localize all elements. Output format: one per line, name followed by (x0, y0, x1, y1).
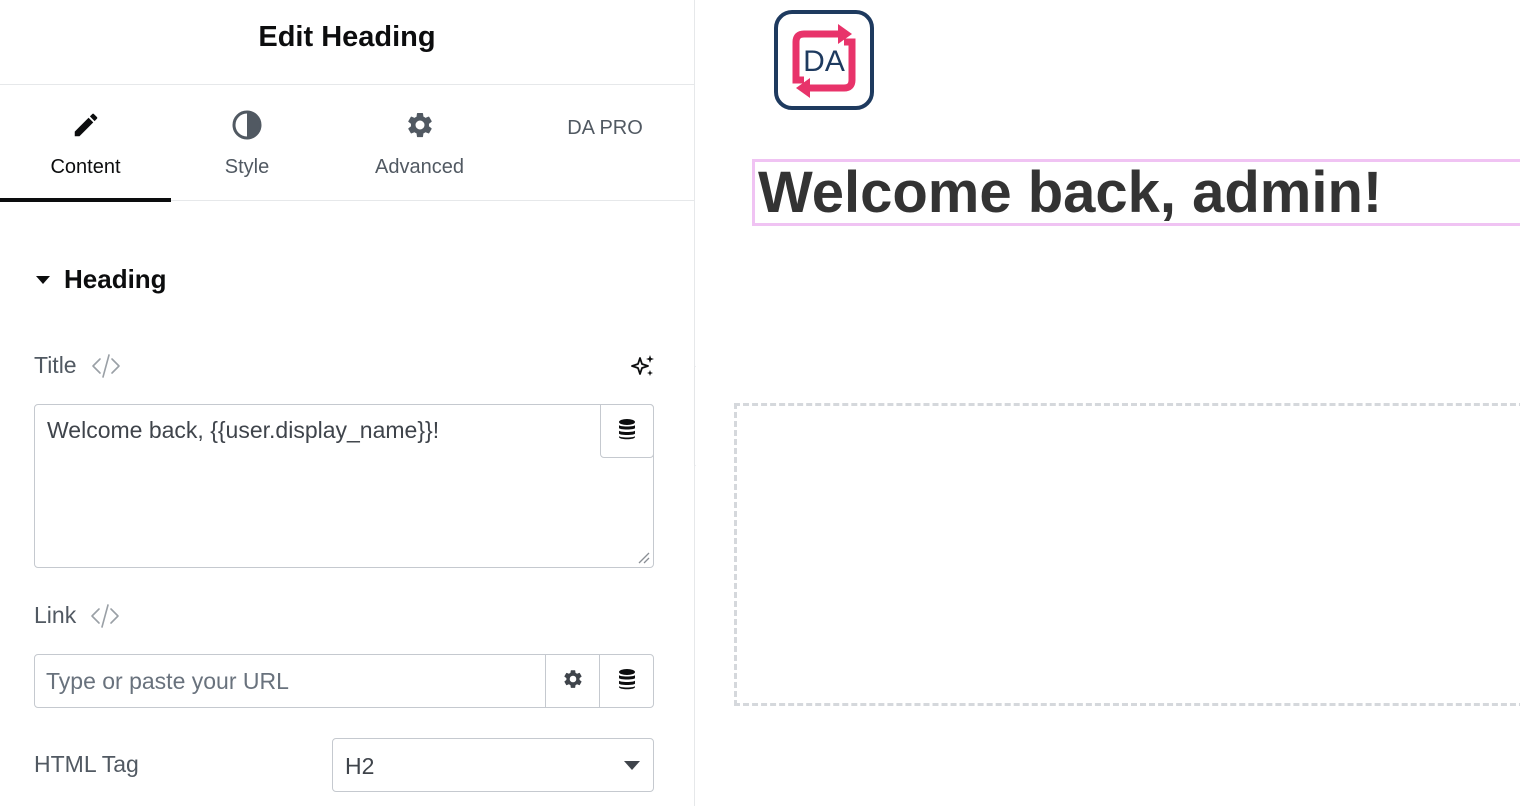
html-tag-control-label: HTML Tag (34, 751, 139, 778)
tab-advanced[interactable]: Advanced (323, 85, 516, 201)
tab-style[interactable]: Style (171, 85, 323, 201)
empty-drop-section[interactable] (734, 403, 1520, 706)
tab-da-pro-label: DA PRO (567, 117, 643, 139)
link-url-input[interactable] (35, 655, 545, 707)
da-logo[interactable]: DA (774, 10, 874, 110)
section-title: Heading (64, 264, 167, 294)
database-icon (617, 418, 637, 445)
link-dynamic-tags-button[interactable] (599, 655, 653, 707)
title-textarea[interactable]: Welcome back, {{user.display_name}}! (34, 404, 654, 568)
code-icon[interactable] (90, 603, 120, 629)
logo-text: DA (803, 45, 845, 78)
title-textarea-value[interactable]: Welcome back, {{user.display_name}}! (47, 417, 439, 444)
tab-content[interactable]: Content (0, 85, 171, 202)
tab-style-label: Style (224, 156, 270, 178)
tab-content-label: Content (50, 156, 121, 178)
gear-icon (404, 109, 436, 141)
link-url-field (34, 654, 654, 708)
database-icon (617, 668, 637, 695)
preview-canvas: DA Welcome back, admin! (696, 0, 1520, 806)
heading-widget-selected[interactable]: Welcome back, admin! (752, 159, 1520, 226)
html-tag-select-value: H2 (345, 753, 375, 779)
link-label: Link (34, 602, 77, 628)
pencil-icon (70, 109, 102, 141)
chevron-down-icon (624, 761, 640, 770)
panel-header: Edit Heading (0, 0, 694, 85)
link-options-button[interactable] (545, 655, 599, 707)
heading-section-toggle[interactable]: Heading (36, 264, 167, 295)
html-tag-label: HTML Tag (34, 751, 139, 777)
title-label: Title (34, 352, 77, 378)
gear-icon (562, 668, 584, 695)
caret-down-icon (36, 275, 50, 284)
preview-heading: Welcome back, admin! (758, 160, 1383, 225)
resize-grip-icon[interactable] (636, 550, 650, 564)
code-icon[interactable] (91, 353, 121, 379)
title-control-label: Title (34, 352, 121, 379)
editor-panel: Edit Heading Content Style Advanced DA P… (0, 0, 695, 806)
half-circle-icon (231, 109, 263, 141)
panel-title: Edit Heading (258, 20, 436, 53)
tab-da-pro[interactable]: DA PRO (516, 85, 694, 201)
title-dynamic-tags-button[interactable] (600, 404, 654, 458)
html-tag-select[interactable]: H2 (332, 738, 654, 792)
sparkle-ai-icon[interactable] (630, 353, 656, 379)
tab-advanced-label: Advanced (375, 156, 464, 178)
panel-tabs: Content Style Advanced DA PRO (0, 85, 694, 202)
link-control-label: Link (34, 602, 120, 629)
